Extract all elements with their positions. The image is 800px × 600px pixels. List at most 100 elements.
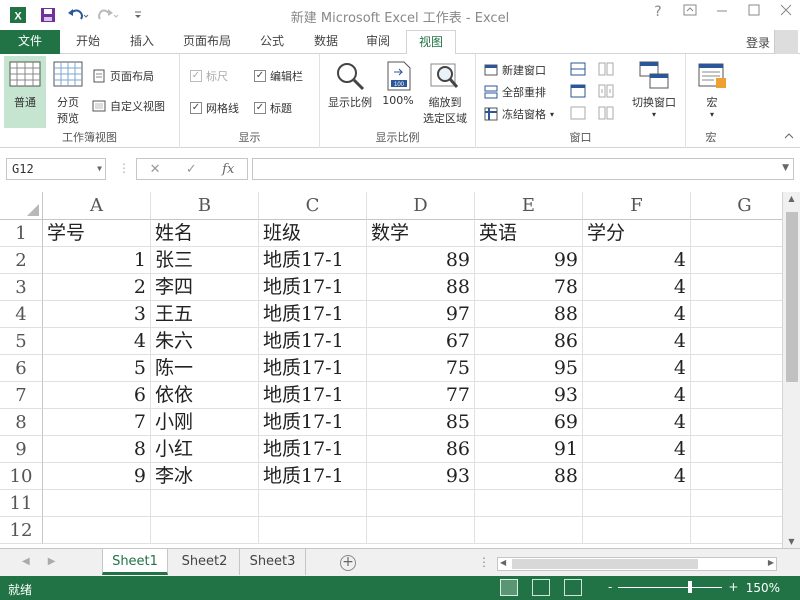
cell-g7[interactable] [691,382,782,409]
formula-input[interactable]: ▼ [252,158,794,180]
cell-f5[interactable]: 4 [583,328,691,355]
cell-a4[interactable]: 3 [43,301,151,328]
spreadsheet-grid[interactable]: A B C D E F G 1 学号 姓名 班级 数学 英语 学分 2 1 张三 地质17-1 89 99 4 3 2 李四地… [0,192,782,548]
collapse-ribbon-icon[interactable] [784,132,794,143]
ruler-checkbox[interactable]: ✓ 标尺 [190,68,228,84]
cell-b2[interactable]: 张三 [151,247,259,274]
page-layout-view-icon[interactable] [532,579,550,596]
cell-g11[interactable] [691,490,782,517]
maximize-icon[interactable] [740,4,768,20]
cell-a5[interactable]: 4 [43,328,151,355]
cell-d11[interactable] [367,490,475,517]
cell-c9[interactable]: 地质17-1 [259,436,367,463]
cell-d2[interactable]: 89 [367,247,475,274]
ribbon-display-options-icon[interactable] [676,4,704,20]
cell-g1[interactable] [691,220,782,247]
enter-icon[interactable]: ✓ [186,162,197,177]
reset-window-position-button[interactable] [598,106,614,120]
gridlines-checkbox[interactable]: ✓ 网格线 [190,100,239,116]
cell-c10[interactable]: 地质17-1 [259,463,367,490]
cell-a9[interactable]: 8 [43,436,151,463]
cell-b3[interactable]: 李四 [151,274,259,301]
sign-in-link[interactable]: 登录 [746,34,770,51]
cell-g4[interactable] [691,301,782,328]
scroll-right-icon[interactable]: ▶ [768,558,774,567]
row-header[interactable]: 3 [0,274,43,301]
cell-b4[interactable]: 王五 [151,301,259,328]
row-header[interactable]: 12 [0,517,43,544]
tab-insert[interactable]: 插入 [116,30,168,54]
cell-c3[interactable]: 地质17-1 [259,274,367,301]
row-header[interactable]: 9 [0,436,43,463]
row-header[interactable]: 10 [0,463,43,490]
page-break-view-icon[interactable] [564,579,582,596]
page-break-preview-button[interactable]: 分页 预览 [48,60,88,126]
cell-a10[interactable]: 9 [43,463,151,490]
cell-a7[interactable]: 6 [43,382,151,409]
prev-sheet-icon[interactable]: ◀ [22,556,30,567]
cell-c6[interactable]: 地质17-1 [259,355,367,382]
cell-f6[interactable]: 4 [583,355,691,382]
cell-d7[interactable]: 77 [367,382,475,409]
cell-c11[interactable] [259,490,367,517]
cell-e3[interactable]: 78 [475,274,583,301]
cell-g6[interactable] [691,355,782,382]
row-header[interactable]: 1 [0,220,43,247]
cell-b10[interactable]: 李冰 [151,463,259,490]
column-header-c[interactable]: C [259,192,367,220]
scroll-up-icon[interactable]: ▲ [783,194,800,203]
cell-d5[interactable]: 67 [367,328,475,355]
zoom-slider[interactable] [618,580,723,593]
unhide-button[interactable] [570,106,586,120]
cell-d3[interactable]: 88 [367,274,475,301]
help-button[interactable]: ? [644,4,672,20]
cell-f9[interactable]: 4 [583,436,691,463]
cell-e10[interactable]: 88 [475,463,583,490]
cell-f4[interactable]: 4 [583,301,691,328]
cell-e8[interactable]: 69 [475,409,583,436]
zoom-in-button[interactable]: + [728,580,738,594]
switch-windows-button[interactable]: 切换窗口 ▾ [626,60,682,119]
avatar[interactable] [774,30,798,54]
cell-e6[interactable]: 95 [475,355,583,382]
cancel-icon[interactable]: ✕ [150,162,161,177]
row-header[interactable]: 6 [0,355,43,382]
split-button[interactable] [570,62,586,76]
cell-d1[interactable]: 数学 [367,220,475,247]
normal-view-button[interactable]: 普通 [4,56,46,128]
scroll-down-icon[interactable]: ▼ [783,537,800,546]
headings-checkbox[interactable]: ✓ 标题 [254,100,292,116]
tab-view[interactable]: 视图 [406,30,456,55]
cell-f12[interactable] [583,517,691,544]
cell-f10[interactable]: 4 [583,463,691,490]
tab-home[interactable]: 开始 [62,30,114,54]
cell-e11[interactable] [475,490,583,517]
cell-e7[interactable]: 93 [475,382,583,409]
custom-views-button[interactable]: 自定义视图 [92,98,165,114]
page-layout-view-button[interactable]: 页面布局 [92,68,154,84]
freeze-panes-button[interactable]: 冻结窗格 ▾ [484,106,554,122]
cell-g10[interactable] [691,463,782,490]
cell-b11[interactable] [151,490,259,517]
cell-e1[interactable]: 英语 [475,220,583,247]
cell-b5[interactable]: 朱六 [151,328,259,355]
cell-a6[interactable]: 5 [43,355,151,382]
new-window-button[interactable]: 新建窗口 [484,62,546,78]
cell-f7[interactable]: 4 [583,382,691,409]
arrange-all-button[interactable]: 全部重排 [484,84,546,100]
cell-a2[interactable]: 1 [43,247,151,274]
cell-f3[interactable]: 4 [583,274,691,301]
cell-b1[interactable]: 姓名 [151,220,259,247]
cell-c7[interactable]: 地质17-1 [259,382,367,409]
cell-f2[interactable]: 4 [583,247,691,274]
zoom-button[interactable]: 显示比例 [324,60,376,110]
formula-bar-checkbox[interactable]: ✓ 编辑栏 [254,68,303,84]
scroll-left-icon[interactable]: ◀ [500,558,506,567]
cell-f11[interactable] [583,490,691,517]
cell-a1[interactable]: 学号 [43,220,151,247]
cell-b9[interactable]: 小红 [151,436,259,463]
scroll-thumb[interactable] [512,559,698,569]
cell-d8[interactable]: 85 [367,409,475,436]
zoom-100-button[interactable]: 100 100% [378,60,418,107]
sheet-tab-1[interactable]: Sheet1 [102,549,168,575]
